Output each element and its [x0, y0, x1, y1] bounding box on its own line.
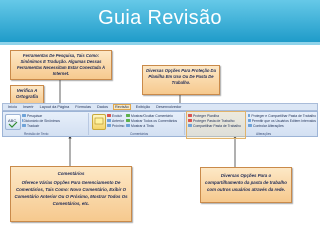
delete-label: Excluir	[112, 113, 123, 118]
thesaurus-label: Dicionário de Sinônimos	[23, 118, 60, 123]
new-comment-icon	[94, 117, 104, 125]
previous-label: Anterior	[112, 118, 124, 123]
changes-group-label: Alterações	[256, 132, 272, 136]
svg-text:ABC: ABC	[8, 118, 16, 123]
protect-workbook-icon	[188, 119, 192, 122]
ribbon-tab-bar: Início Inserir Layout da Página Fórmulas…	[2, 103, 318, 111]
tab-dados[interactable]: Dados	[96, 105, 109, 109]
protect-workbook-label: Proteger Pasta de Trabalho	[193, 118, 235, 123]
next-icon	[107, 124, 111, 127]
ink-icon	[126, 124, 130, 127]
protect-share-icon	[248, 114, 251, 117]
tab-exibicao[interactable]: Exibição	[135, 105, 151, 109]
spell-check-icon: ABC	[8, 118, 18, 128]
translate-label: Traduzir	[27, 123, 40, 128]
new-comment-button[interactable]	[92, 114, 106, 130]
protect-share-button[interactable]: Proteger e Compartilhar Pasta de Trabalh…	[248, 113, 316, 118]
separator-2	[184, 113, 185, 135]
comments-group-more: Mostrar/Ocultar Comentário Mostrar Todos…	[126, 113, 182, 136]
previous-icon	[107, 119, 111, 122]
show-all-comments-button[interactable]: Mostrar Todos os Comentários	[126, 118, 182, 123]
tab-layout[interactable]: Layout da Página	[39, 105, 71, 109]
share-workbook-label: Compartilhar Pasta de Trabalho	[193, 123, 241, 128]
protect-sheet-label: Proteger Planilha	[193, 113, 220, 118]
comments-group-label: Comentários	[130, 132, 149, 136]
track-changes-button[interactable]: Controlar Alterações	[248, 123, 316, 128]
thesaurus-button[interactable]: Dicionário de Sinônimos	[22, 118, 60, 123]
allow-edit-icon	[248, 119, 251, 122]
tab-revisao[interactable]: Revisão	[113, 104, 131, 110]
share-workbook-icon	[188, 124, 192, 127]
show-hide-icon	[126, 114, 130, 117]
show-ink-button[interactable]: Mostrar à Tinta	[126, 123, 182, 128]
track-changes-icon	[248, 124, 252, 127]
delete-icon	[107, 114, 111, 117]
research-label: Pesquisar	[27, 113, 43, 118]
tab-formulas[interactable]: Fórmulas	[74, 105, 92, 109]
research-icon	[22, 114, 26, 117]
show-hide-label: Mostrar/Ocultar Comentário	[131, 113, 173, 118]
allow-edit-ranges-button[interactable]: Permitir que os Usuários Editem Interval…	[248, 118, 316, 123]
translate-icon	[22, 124, 26, 127]
tab-inserir[interactable]: Inserir	[22, 105, 35, 109]
track-changes-label: Controlar Alterações	[253, 123, 284, 128]
share-workbook-button[interactable]: Compartilhar Pasta de Trabalho	[188, 123, 244, 128]
separator-1	[88, 113, 89, 135]
protect-share-label: Proteger e Compartilhar Pasta de Trabalh…	[251, 113, 316, 118]
changes-group: Proteger Planilha Proteger Pasta de Trab…	[188, 113, 244, 135]
ink-label: Mostrar à Tinta	[131, 123, 154, 128]
tab-inicio[interactable]: Início	[7, 105, 18, 109]
protect-sheet-icon	[188, 114, 192, 117]
changes-group-more: Proteger e Compartilhar Pasta de Trabalh…	[248, 113, 316, 136]
next-label: Próximo	[112, 123, 125, 128]
tab-desenvolvedor[interactable]: Desenvolvedor	[155, 105, 182, 109]
allow-edit-label: Permitir que os Usuários Editem Interval…	[251, 118, 316, 123]
proofing-group: Pesquisar Dicionário de Sinônimos Traduz…	[22, 113, 60, 136]
show-all-icon	[126, 119, 130, 122]
show-all-label: Mostrar Todos os Comentários	[131, 118, 178, 123]
proofing-group-label: Revisão de Texto	[24, 132, 49, 136]
spell-check-button[interactable]: ABC	[5, 114, 21, 130]
translate-button[interactable]: Traduzir	[22, 123, 60, 128]
